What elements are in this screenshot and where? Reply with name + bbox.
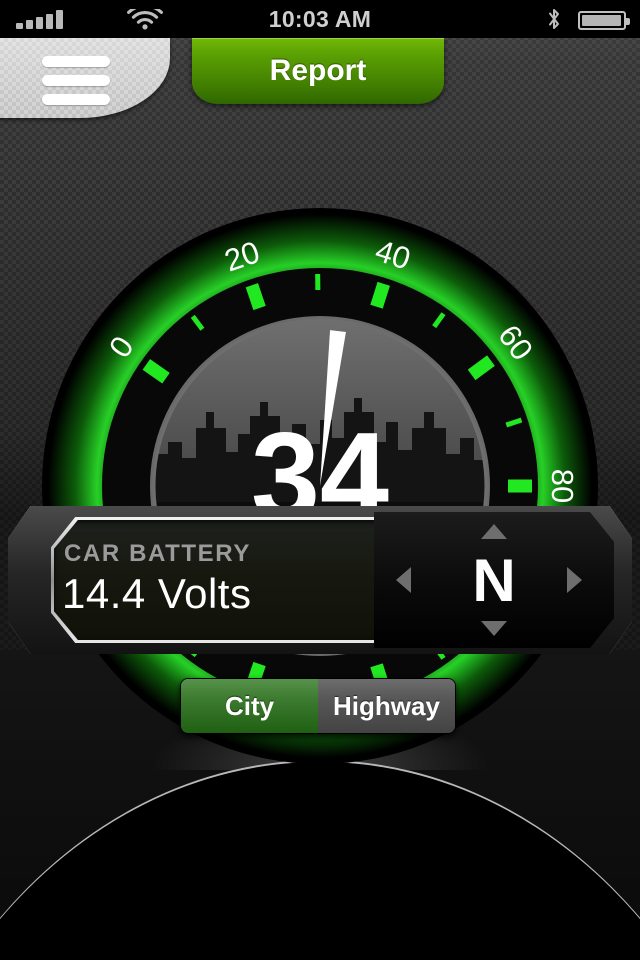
mode-toggle[interactable]: City Highway bbox=[180, 678, 456, 734]
status-bar: 10:03 AM bbox=[0, 0, 640, 38]
report-tab-label: Report bbox=[269, 54, 367, 87]
info-panel: CAR BATTERY 14.4 Volts N bbox=[8, 506, 632, 654]
mode-toggle-highway[interactable]: Highway bbox=[318, 679, 455, 733]
svg-text:80: 80 bbox=[545, 469, 580, 503]
bluetooth-icon bbox=[549, 9, 559, 29]
hamburger-menu-icon bbox=[42, 56, 110, 113]
compass-heading: N bbox=[472, 546, 516, 614]
car-battery-label: CAR BATTERY bbox=[64, 540, 251, 567]
car-battery-value: 14.4 Volts bbox=[62, 570, 252, 617]
mode-toggle-city[interactable]: City bbox=[181, 679, 318, 733]
compass-selector[interactable]: N bbox=[374, 512, 614, 648]
report-tab[interactable]: Report bbox=[192, 38, 444, 104]
battery-icon bbox=[578, 11, 630, 30]
